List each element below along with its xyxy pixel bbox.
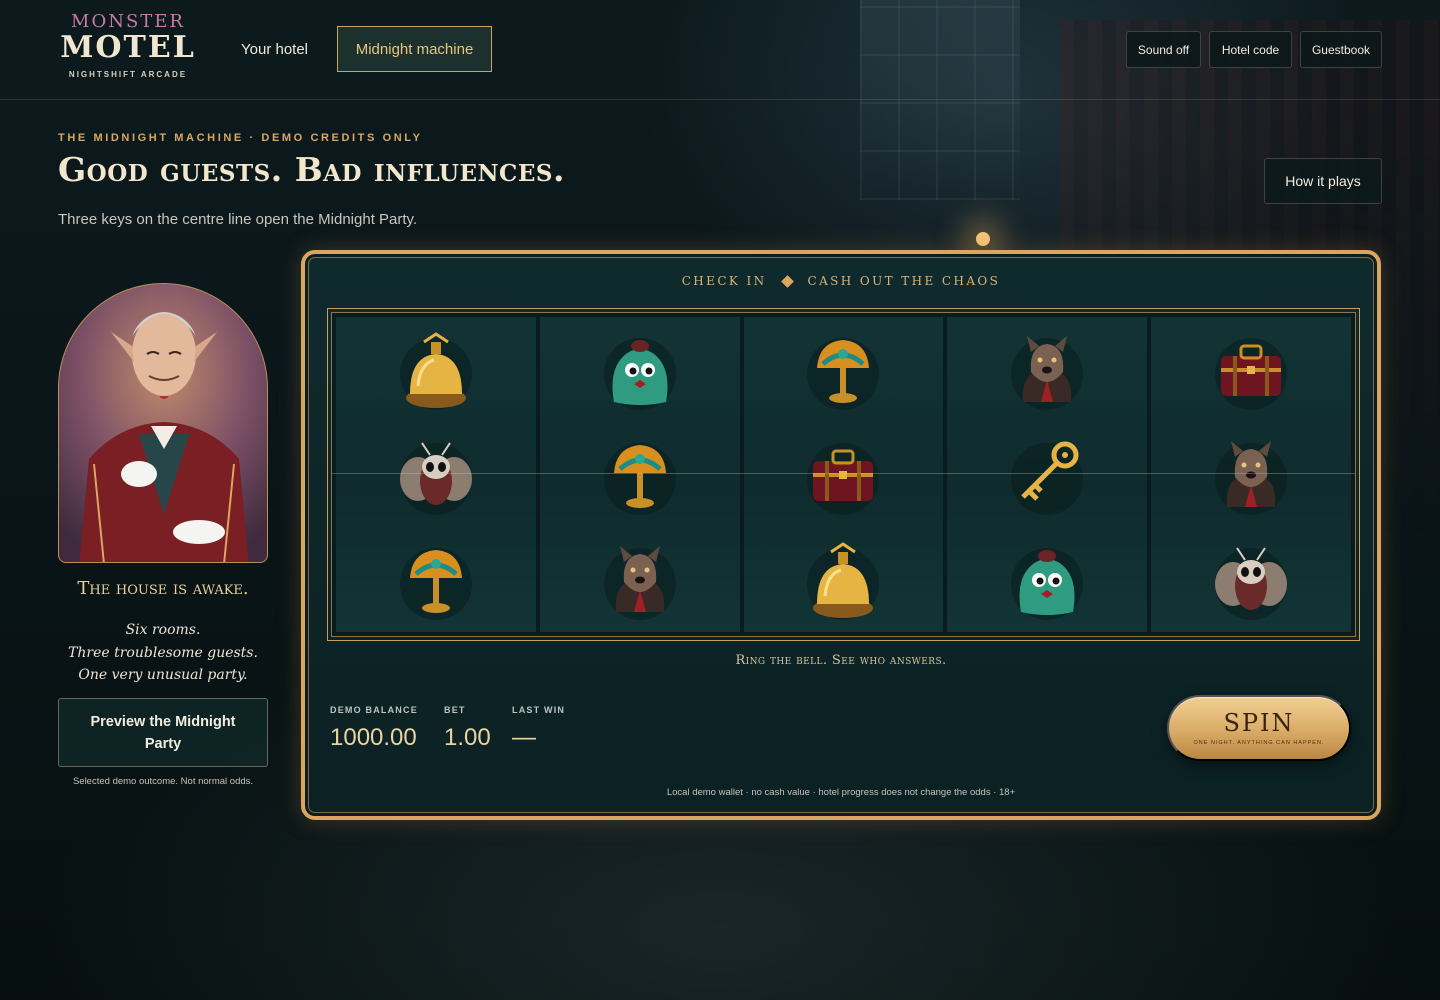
bet-label: BET — [444, 705, 466, 715]
spin-label: SPIN — [1223, 709, 1295, 737]
nav-midnight-machine[interactable]: Midnight machine — [337, 26, 492, 72]
hotel-code-button[interactable]: Hotel code — [1209, 31, 1292, 68]
host-line: One very unusual party. — [78, 667, 248, 683]
host-description: Six rooms. Three troublesome guests. One… — [58, 619, 268, 687]
site-header: MONSTER MOTEL NIGHTSHIFT ARCADE Your hot… — [0, 0, 1440, 100]
wolf-icon — [1011, 335, 1084, 410]
sound-toggle-button[interactable]: Sound off — [1126, 31, 1201, 68]
reel-symbol — [947, 317, 1147, 422]
moth-icon — [399, 441, 472, 515]
slime-icon — [603, 337, 676, 410]
demo-balance-label: DEMO BALANCE — [330, 705, 418, 715]
reel-4 — [947, 317, 1148, 632]
last-win-label: LAST WIN — [512, 705, 566, 715]
lamp-icon — [603, 442, 676, 515]
hero-subtitle: Three keys on the centre line open the M… — [58, 211, 418, 228]
page-title: Good guests. Bad influences. — [58, 150, 565, 189]
last-win: LAST WIN — — [512, 705, 565, 752]
last-win-value: — — [512, 724, 536, 751]
reel-symbol — [947, 527, 1147, 632]
logo-main-text: MOTEL — [60, 30, 196, 65]
spin-button[interactable]: SPIN ONE NIGHT. ANYTHING CAN HAPPEN. — [1167, 695, 1351, 761]
reel-symbol — [336, 422, 536, 527]
guestbook-button[interactable]: Guestbook — [1300, 31, 1382, 68]
reel-3 — [743, 317, 944, 632]
wolf-icon — [1215, 440, 1288, 515]
reel-symbol — [540, 527, 740, 632]
reel-symbol — [744, 317, 944, 422]
nav-your-hotel[interactable]: Your hotel — [224, 26, 325, 72]
reel-symbol — [1151, 317, 1351, 422]
host-portrait — [58, 283, 268, 563]
reel-window — [327, 308, 1360, 641]
bet-value: 1.00 — [444, 724, 491, 751]
key-icon — [1011, 441, 1084, 515]
preview-note: Selected demo outcome. Not normal odds. — [72, 776, 254, 787]
preview-midnight-party-button[interactable]: Preview the Midnight Party — [58, 698, 268, 767]
lamp-icon — [807, 337, 880, 410]
bell-icon — [807, 541, 880, 620]
host-line: Three troublesome guests. — [68, 644, 258, 661]
machine-header-left: CHECK IN — [681, 274, 767, 288]
logo-sub-text: NIGHTSHIFT ARCADE — [68, 70, 188, 79]
moth-icon — [1215, 546, 1288, 620]
reel-symbol — [947, 422, 1147, 527]
spin-sublabel: ONE NIGHT. ANYTHING CAN HAPPEN. — [1193, 740, 1325, 746]
reel-symbol — [336, 317, 536, 422]
reel-1 — [336, 317, 536, 632]
lamp-icon — [399, 547, 472, 620]
reel-symbol — [1151, 527, 1351, 632]
bet: BET 1.00 — [444, 705, 491, 752]
slime-icon — [1011, 547, 1084, 620]
hero-eyebrow: THE MIDNIGHT MACHINE · DEMO CREDITS ONLY — [58, 132, 423, 144]
disclaimer: Local demo wallet · no cash value · hote… — [666, 787, 1016, 798]
reel-5 — [1151, 317, 1351, 632]
suitcase-icon — [807, 442, 880, 515]
reel-symbol — [336, 527, 536, 632]
demo-balance-value: 1000.00 — [330, 724, 417, 751]
reel-symbol — [540, 317, 740, 422]
demo-balance: DEMO BALANCE 1000.00 — [330, 705, 418, 752]
reel-symbol — [744, 422, 944, 527]
bell-icon — [399, 331, 472, 410]
host-title: The house is awake. — [77, 578, 249, 599]
slot-machine: CHECK IN CASH OUT THE CHAOS Ring the bel… — [301, 250, 1381, 820]
machine-header: CHECK IN CASH OUT THE CHAOS — [305, 274, 1377, 288]
diamond-icon — [780, 274, 794, 288]
reel-symbol — [540, 422, 740, 527]
reel-symbol — [744, 527, 944, 632]
monster-motel-logo[interactable]: MONSTER MOTEL NIGHTSHIFT ARCADE — [58, 11, 198, 80]
wolf-icon — [603, 545, 676, 620]
reel-2 — [539, 317, 740, 632]
reels — [331, 312, 1356, 637]
host-line: Six rooms. — [125, 622, 201, 638]
suitcase-icon — [1215, 337, 1288, 410]
background-lamp — [976, 232, 990, 246]
machine-header-right: CASH OUT THE CHAOS — [807, 274, 1001, 288]
how-it-plays-button[interactable]: How it plays — [1264, 158, 1382, 204]
logo-top-text: MONSTER — [71, 11, 185, 32]
machine-tagline: Ring the bell. See who answers. — [735, 653, 947, 668]
vampire-host-illustration — [79, 312, 249, 562]
reel-symbol — [1151, 422, 1351, 527]
